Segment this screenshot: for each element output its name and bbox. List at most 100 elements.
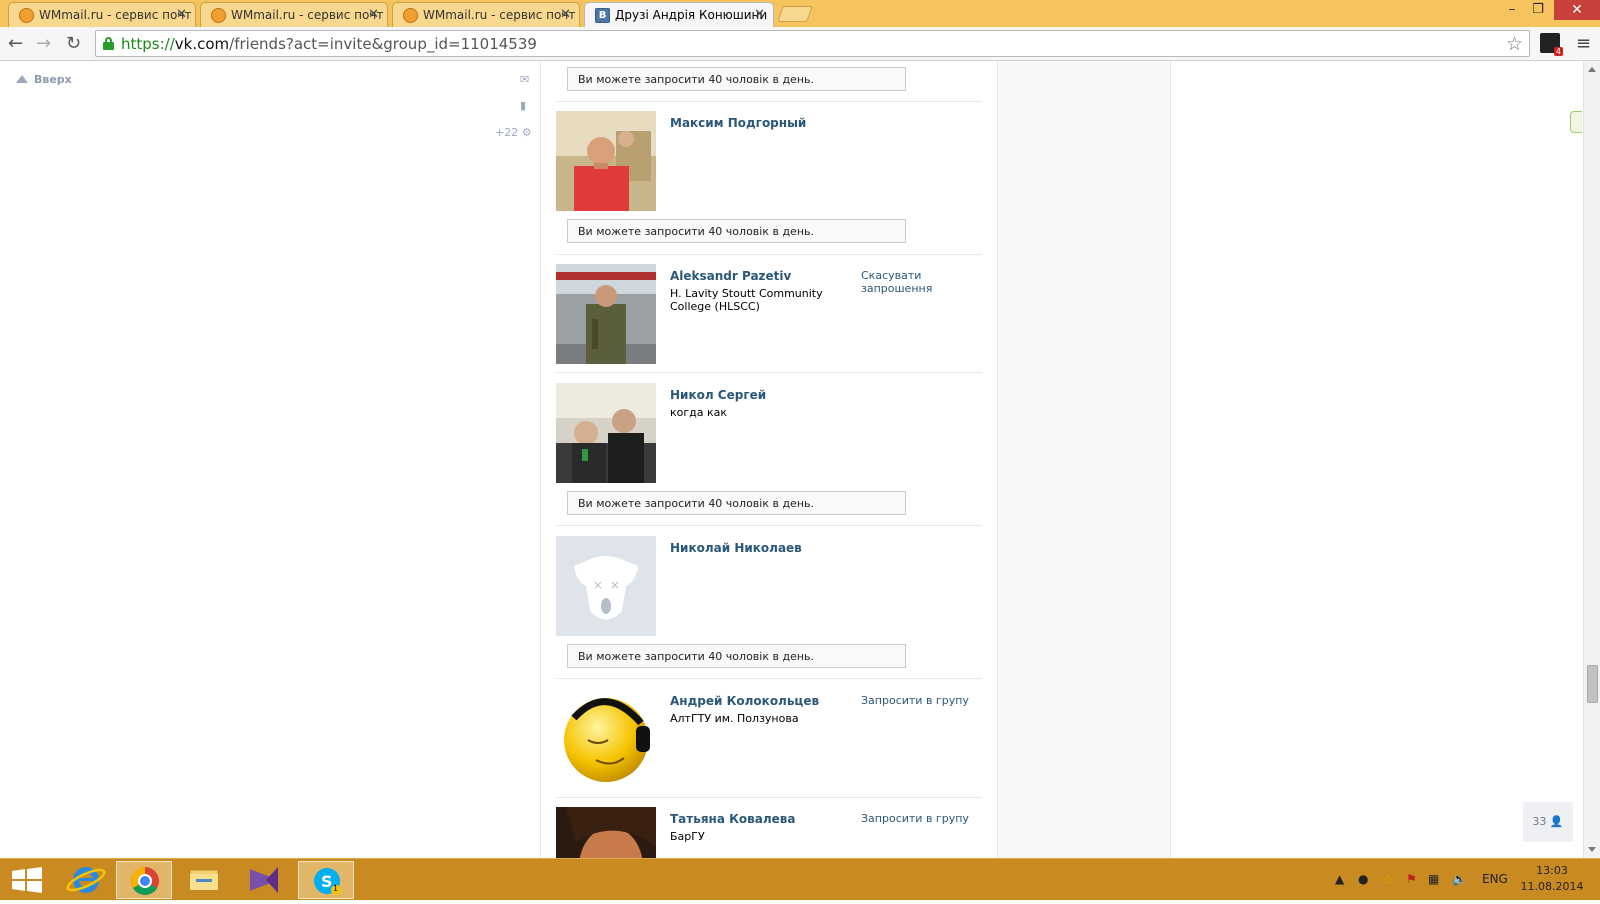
language-indicator[interactable]: ENG (1482, 872, 1508, 886)
forward-icon[interactable]: → (36, 34, 51, 54)
invite-limit-notice: Ви можете запросити 40 чоловік в день. (567, 219, 906, 243)
svg-text:×: × (593, 578, 603, 592)
file-explorer-icon[interactable] (176, 861, 232, 899)
right-sidebar (998, 61, 1170, 858)
content-border-right (997, 61, 998, 858)
vk-deactivated-dog-icon: × × (556, 536, 656, 636)
vk-page: Вверх ✉ ▮ +22 ⚙ Ви можете запросити 40 ч… (0, 61, 1583, 858)
browser-toolbar: ← → ↻ https://vk.com/friends?act=invite&… (0, 27, 1600, 61)
url-text: https://vk.com/friends?act=invite&group_… (121, 35, 537, 53)
row-separator (556, 372, 982, 373)
internet-explorer-icon[interactable] (58, 861, 114, 899)
invite-to-group-link[interactable]: Запросити в групу (861, 694, 971, 707)
notifications-counter[interactable]: +22 ⚙ (495, 126, 532, 139)
friend-avatar[interactable]: × × (556, 536, 656, 636)
sidebar-border-right (1170, 61, 1171, 858)
friend-name-link[interactable]: Андрей Колокольцев (670, 694, 819, 708)
row-separator (556, 678, 982, 679)
chrome-icon[interactable] (116, 861, 172, 899)
row-separator (556, 525, 982, 526)
skype-badge: 1 (333, 884, 339, 893)
tab-title: Друзі Андрія Конюшини (615, 8, 768, 22)
visual-studio-icon[interactable] (236, 861, 292, 899)
tab-title: WMmail.ru - сервис почт (231, 8, 384, 22)
friend-name-link[interactable]: Aleksandr Pazetiv (670, 269, 791, 283)
vk-icon: B (595, 8, 610, 23)
messages-icon[interactable]: ✉ (520, 73, 529, 86)
up-arrow-icon (16, 75, 28, 83)
clock-date: 11.08.2014 (1520, 880, 1584, 893)
friend-name-link[interactable]: Николай Николаев (670, 541, 802, 555)
content-border-left (540, 61, 541, 858)
friend-education: H. Lavity Stoutt Community College (HLSC… (670, 287, 823, 313)
close-tab-icon[interactable]: ✕ (368, 7, 379, 22)
flag-icon[interactable]: ⚑ (1406, 872, 1417, 886)
bookmark-star-icon[interactable]: ☆ (1506, 33, 1523, 55)
side-feedback-tab[interactable] (1570, 111, 1582, 133)
extension-badge: 4 (1553, 47, 1563, 56)
menu-icon[interactable]: ≡ (1576, 33, 1591, 54)
lock-icon (103, 37, 114, 50)
tab-wmmail-2[interactable]: WMmail.ru - сервис почт ✕ (200, 2, 388, 27)
online-friends-counter[interactable]: 33 👤 (1523, 802, 1573, 842)
minimize-button[interactable]: – (1500, 0, 1524, 20)
extension-icon[interactable]: 4 (1540, 33, 1563, 56)
friend-name-link[interactable]: Татьяна Ковалева (670, 812, 795, 826)
windows-taskbar: S 1 ▲ ● ⚠ ⚑ ▦ 🔈 ENG 13:03 11.08.2014 (0, 858, 1600, 900)
friend-name-link[interactable]: Максим Подгорный (670, 116, 806, 130)
new-tab-button[interactable] (777, 6, 813, 22)
restore-button[interactable]: ❐ (1526, 0, 1550, 20)
invite-limit-notice: Ви можете запросити 40 чоловік в день. (567, 67, 906, 91)
tab-wmmail-3[interactable]: WMmail.ru - сервис почт ✕ (392, 2, 580, 27)
show-hidden-icons-icon[interactable]: ▲ (1335, 872, 1344, 886)
user-icon: 👤 (1549, 815, 1564, 828)
close-tab-icon[interactable]: ✕ (754, 7, 765, 22)
svg-text:S: S (321, 872, 333, 891)
friend-avatar[interactable] (556, 264, 656, 364)
tab-title: WMmail.ru - сервис почт (423, 8, 576, 22)
browser-tab-strip: WMmail.ru - сервис почт ✕ WMmail.ru - се… (0, 0, 1600, 27)
row-separator (556, 101, 982, 102)
scroll-down-arrow-icon[interactable] (1588, 847, 1596, 852)
back-icon[interactable]: ← (8, 34, 23, 54)
friend-status: когда как (670, 406, 728, 419)
windows-logo-icon (12, 867, 42, 893)
notification-tray-icon[interactable]: ● (1358, 872, 1368, 886)
friend-education: АлтГТУ им. Ползунова (670, 712, 799, 725)
row-separator (556, 254, 982, 255)
network-icon[interactable]: ▦ (1428, 872, 1439, 886)
wmmail-icon (211, 8, 226, 23)
svg-text:×: × (610, 578, 620, 592)
friend-education: БарГУ (670, 830, 705, 843)
vertical-scrollbar[interactable] (1583, 61, 1600, 858)
scrollbar-thumb[interactable] (1587, 665, 1598, 703)
friend-name-link[interactable]: Никол Сергей (670, 388, 766, 402)
comments-icon[interactable]: ▮ (520, 99, 526, 112)
warning-icon[interactable]: ⚠ (1382, 872, 1393, 886)
row-separator (556, 797, 982, 798)
volume-icon[interactable]: 🔈 (1452, 872, 1467, 886)
friend-avatar[interactable] (556, 688, 656, 788)
close-tab-icon[interactable]: ✕ (176, 7, 187, 22)
start-button[interactable] (0, 861, 56, 899)
wmmail-icon (403, 8, 418, 23)
invite-limit-notice: Ви можете запросити 40 чоловік в день. (567, 644, 906, 668)
scroll-up-link[interactable]: Вверх (16, 73, 72, 86)
tab-vk-friends[interactable]: B Друзі Андрія Конюшини ✕ (584, 2, 774, 27)
tab-wmmail-1[interactable]: WMmail.ru - сервис почт ✕ (8, 2, 196, 27)
address-bar[interactable]: https://vk.com/friends?act=invite&group_… (95, 30, 1530, 57)
close-tab-icon[interactable]: ✕ (560, 7, 571, 22)
cancel-invite-link[interactable]: Скасувати запрошення (861, 269, 971, 295)
friend-avatar[interactable] (556, 383, 656, 483)
scroll-up-arrow-icon[interactable] (1588, 67, 1596, 72)
clock-time: 13:03 (1536, 864, 1568, 877)
friend-avatar[interactable] (556, 807, 656, 858)
clock[interactable]: 13:03 11.08.2014 (1520, 863, 1584, 895)
skype-icon[interactable]: S 1 (298, 861, 354, 899)
close-window-button[interactable]: ✕ (1554, 0, 1600, 20)
invite-to-group-link[interactable]: Запросити в групу (861, 812, 971, 825)
reload-icon[interactable]: ↻ (66, 34, 81, 54)
friend-avatar[interactable] (556, 111, 656, 211)
invite-limit-notice: Ви можете запросити 40 чоловік в день. (567, 491, 906, 515)
wmmail-icon (19, 8, 34, 23)
